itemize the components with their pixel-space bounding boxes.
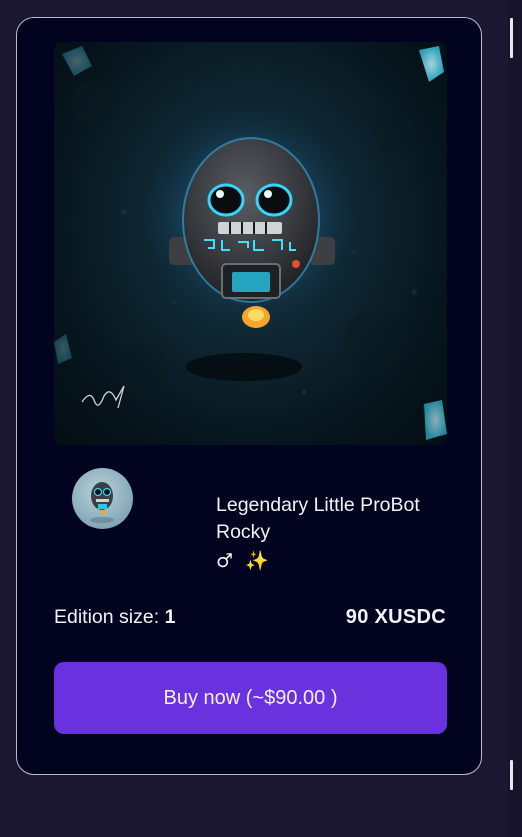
- nft-artwork-image[interactable]: [54, 42, 447, 445]
- edition-size-value: 1: [164, 606, 176, 628]
- page: Legendary Little ProBot Rocky ♂ ✨ Edition…: [0, 0, 522, 837]
- adjacent-panel-edge: [508, 0, 522, 837]
- buy-now-button[interactable]: Buy now (~$90.00 ): [54, 662, 447, 734]
- sparkles-icon: ✨: [245, 550, 269, 572]
- male-sign-icon: ♂: [216, 550, 234, 572]
- robot-artwork-illustration: [54, 46, 447, 440]
- adjacent-panel-border: [510, 18, 513, 58]
- adjacent-panel-border: [510, 760, 513, 790]
- robot-avatar-icon: [90, 482, 114, 523]
- nft-title-emoji: ♂ ✨: [216, 548, 269, 574]
- edition-size: Edition size: 1: [54, 606, 175, 629]
- price: 90 XUSDC: [345, 606, 446, 628]
- edition-size-label: Edition size:: [54, 606, 160, 628]
- nft-title: Legendary Little ProBot Rocky: [216, 494, 420, 543]
- nft-card[interactable]: Legendary Little ProBot Rocky ♂ ✨ Edition…: [16, 17, 482, 775]
- creator-avatar[interactable]: [72, 468, 133, 529]
